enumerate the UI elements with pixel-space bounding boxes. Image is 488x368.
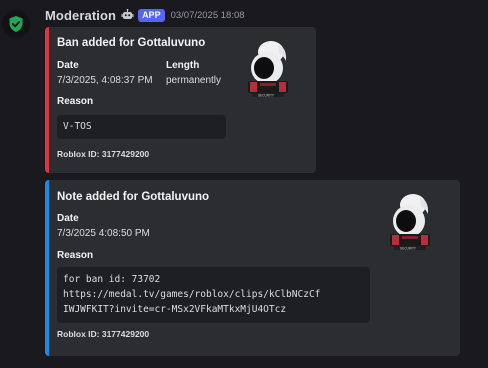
field-name-date: Date [57,213,79,224]
field-name-reason: Reason [57,250,94,261]
embed-thumbnail[interactable]: SECURITY [382,190,434,254]
embed-accent-bar [45,27,49,173]
svg-text:SECURITY: SECURITY [258,93,275,97]
roblox-avatar-thumbnail: SECURITY [390,194,430,250]
robot-icon [121,9,134,19]
message-timestamp: 03/07/2025 18:08 [170,9,245,21]
field-name-reason: Reason [57,96,94,107]
field-value-date: 7/3/2025 4:08:50 PM [57,228,150,239]
shield-check-icon [9,16,23,32]
field-name-length: Length [166,60,200,71]
username[interactable]: Moderation [45,8,116,23]
reason-codeblock: for ban id: 73702 https://medal.tv/games… [57,267,370,323]
embed-title: Note added for Gottaluvuno [57,191,210,203]
field-name-date: Date [57,60,79,71]
reason-codeblock: V-TOS [57,115,226,139]
code-line: V-TOS [63,121,92,132]
field-value-date: 7/3/2025, 4:08:37 PM [57,75,153,86]
embed-accent-bar [45,180,49,356]
embed-thumbnail[interactable]: SECURITY [240,37,292,101]
embed-title: Ban added for Gottaluvuno [57,37,206,49]
app-badge: APP [138,8,165,22]
field-value-length: permanently [166,75,222,86]
svg-text:SECURITY: SECURITY [400,246,417,250]
ban-embed: Ban added for Gottaluvuno Date 7/3/2025,… [45,27,316,173]
message-header: Moderation APP 03/07/2025 18:08 [45,7,245,23]
code-line: https://medal.tv/games/roblox/clips/kClb… [63,289,321,300]
bot-avatar[interactable] [2,10,30,38]
note-embed: Note added for Gottaluvuno Date 7/3/2025… [45,180,460,356]
code-line: IWJWFKIT?invite=cr-MSx2VFkaMTkxMjU4OTcz [63,304,287,315]
embed-footer: Roblox ID: 3177429200 [57,149,150,159]
embed-footer: Roblox ID: 3177429200 [57,329,150,339]
code-line: for ban id: 73702 [63,274,161,285]
roblox-avatar-thumbnail: SECURITY [248,41,288,97]
